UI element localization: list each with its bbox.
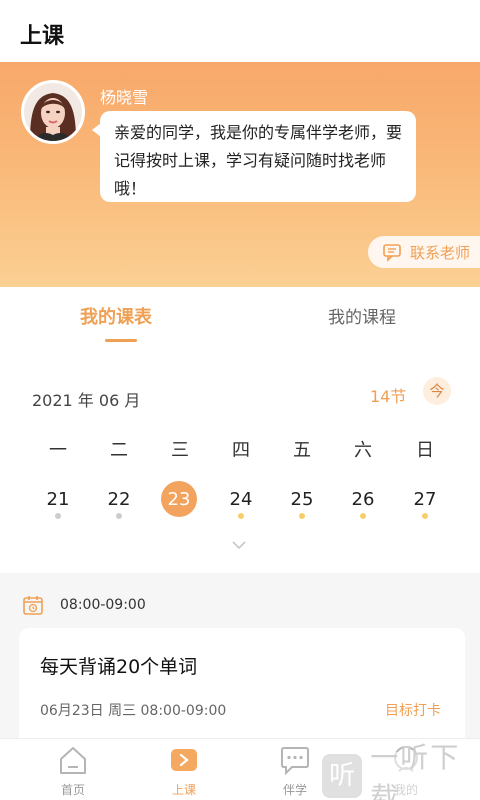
weekday-label: 六 xyxy=(354,440,372,461)
schedule-time-range: 08:00-09:00 xyxy=(60,597,146,613)
contact-teacher-label: 联系老师 xyxy=(410,243,471,262)
nav-home-label: 首页 xyxy=(60,783,85,797)
active-tab-indicator xyxy=(105,339,137,342)
weekday-label: 一 xyxy=(49,440,67,461)
top-app-bar: 上课 xyxy=(0,0,480,62)
day-indicator-dot xyxy=(299,513,305,519)
calendar-clock-icon xyxy=(23,596,43,615)
calendar-day[interactable]: 25 xyxy=(282,489,322,510)
day-indicator-dot xyxy=(116,513,122,519)
page-title: 上课 xyxy=(20,24,65,49)
weekday-label: 四 xyxy=(232,440,250,461)
tab-my-timetable[interactable]: 我的课表 xyxy=(80,303,152,329)
schedule-tabs: 我的课表 我的课程 xyxy=(0,287,480,349)
teacher-avatar[interactable] xyxy=(21,80,85,144)
chevron-down-icon[interactable] xyxy=(231,537,247,553)
weekday-label: 五 xyxy=(293,440,311,461)
calendar-day[interactable]: 24 xyxy=(221,489,261,510)
course-card[interactable]: 每天背诵20个单词 06月23日 周三 08:00-09:00 目标打卡 xyxy=(19,628,465,748)
weekday-label: 三 xyxy=(171,440,189,461)
message-icon xyxy=(383,244,401,262)
teacher-message-bubble: 亲爱的同学，我是你的专属伴学老师，要记得按时上课，学习有疑问随时找老师哦！ xyxy=(92,111,416,202)
course-meta: 06月23日 周三 08:00-09:00 xyxy=(40,703,227,719)
today-button[interactable]: 今 xyxy=(423,377,451,405)
watermark-overlay: 听 一听下载 xyxy=(320,741,480,800)
day-indicator-dot xyxy=(55,513,61,519)
weekday-label: 二 xyxy=(110,440,128,461)
day-indicator-dot xyxy=(238,513,244,519)
play-icon xyxy=(171,749,197,771)
day-indicator-dot xyxy=(360,513,366,519)
contact-teacher-button[interactable]: 联系老师 xyxy=(368,236,480,268)
course-title: 每天背诵20个单词 xyxy=(40,656,198,678)
home-icon xyxy=(60,747,86,774)
calendar-month[interactable]: 2021 年 06 月 xyxy=(32,387,140,411)
nav-home[interactable]: 首页 xyxy=(43,743,103,798)
nav-class-label: 上课 xyxy=(171,783,196,797)
schedule-time-header: 08:00-09:00 xyxy=(0,590,480,622)
nav-companion[interactable]: 伴学 xyxy=(265,743,325,798)
tab-my-courses[interactable]: 我的课程 xyxy=(328,303,396,328)
lesson-count: 14节 xyxy=(370,387,407,406)
avatar-image xyxy=(24,83,82,141)
watermark-logo-icon: 听 xyxy=(322,754,363,798)
goal-checkin-link[interactable]: 目标打卡 xyxy=(385,700,441,720)
watermark-text: 一听下载 xyxy=(370,741,461,800)
calendar-day[interactable]: 21 xyxy=(38,489,78,510)
nav-companion-label: 伴学 xyxy=(282,783,307,797)
weekday-label: 日 xyxy=(416,440,434,461)
calendar-day[interactable]: 22 xyxy=(99,489,139,510)
calendar-day[interactable]: 26 xyxy=(343,489,383,510)
calendar-day-selected[interactable]: 23 xyxy=(159,489,199,510)
nav-class[interactable]: 上课 xyxy=(154,743,214,798)
week-calendar: 2021 年 06 月 14节 今 一 二 三 四 五 六 日 21 22 23… xyxy=(0,349,480,573)
chat-icon xyxy=(281,747,309,776)
calendar-day[interactable]: 27 xyxy=(405,489,445,510)
teacher-name: 杨晓雪 xyxy=(100,88,149,107)
day-indicator-dot xyxy=(422,513,428,519)
